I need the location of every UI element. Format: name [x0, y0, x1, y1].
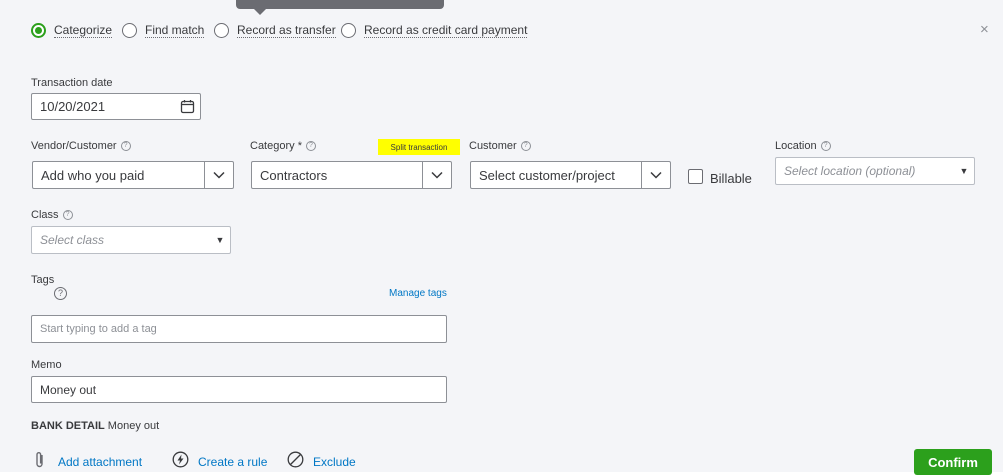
- caret-down-icon[interactable]: ▼: [210, 235, 230, 245]
- create-rule-group[interactable]: Create a rule: [172, 451, 267, 473]
- lightning-icon: [172, 451, 189, 473]
- bank-detail: BANK DETAIL Money out: [31, 420, 159, 432]
- location-placeholder: Select location (optional): [784, 164, 916, 178]
- customer-select[interactable]: Select customer/project: [470, 161, 671, 189]
- radio-categorize-label: Categorize: [54, 22, 113, 38]
- vendor-placeholder: Add who you paid: [41, 167, 145, 183]
- radio-find-match-label: Find match: [145, 22, 205, 38]
- calendar-icon[interactable]: [174, 99, 200, 114]
- customer-label: Customer?: [469, 140, 531, 153]
- radio-record-transfer[interactable]: Record as transfer: [214, 21, 336, 39]
- confirm-button[interactable]: Confirm: [914, 449, 992, 475]
- bank-detail-value: Money out: [107, 420, 160, 432]
- exclude-group[interactable]: Exclude: [287, 451, 356, 473]
- vendor-label-text: Vendor/Customer: [31, 140, 117, 152]
- memo-value: Money out: [40, 382, 97, 397]
- location-label: Location?: [775, 140, 831, 153]
- close-icon[interactable]: ×: [980, 22, 989, 37]
- memo-input[interactable]: Money out: [31, 376, 447, 403]
- radio-categorize[interactable]: Categorize: [31, 21, 113, 39]
- chevron-down-icon[interactable]: [641, 162, 670, 188]
- category-select[interactable]: Contractors: [251, 161, 452, 189]
- help-icon[interactable]: ?: [120, 141, 131, 152]
- add-attachment-group[interactable]: Add attachment: [34, 451, 142, 474]
- transaction-date-label: Transaction date: [31, 77, 113, 89]
- exclude-link[interactable]: Exclude: [313, 455, 356, 469]
- help-icon[interactable]: ?: [54, 287, 67, 300]
- radio-record-cc-payment-label: Record as credit card payment: [364, 22, 528, 38]
- location-select[interactable]: Select location (optional) ▼: [775, 157, 975, 185]
- transaction-date-input[interactable]: 10/20/2021: [31, 93, 201, 120]
- memo-label: Memo: [31, 359, 62, 371]
- tags-label: Tags: [31, 274, 55, 286]
- caret-down-icon[interactable]: ▼: [954, 166, 974, 176]
- bank-transaction-panel: Categorize Find match Record as transfer…: [0, 0, 1003, 475]
- category-value: Contractors: [260, 167, 328, 183]
- location-label-text: Location: [775, 140, 817, 152]
- class-select[interactable]: Select class ▼: [31, 226, 231, 254]
- manage-tags-link[interactable]: Manage tags: [389, 288, 447, 299]
- customer-label-text: Customer: [469, 140, 517, 152]
- radio-record-cc-payment[interactable]: Record as credit card payment: [341, 21, 528, 39]
- radio-find-match[interactable]: Find match: [122, 21, 205, 39]
- class-label-text: Class: [31, 209, 59, 221]
- class-placeholder: Select class: [40, 233, 105, 247]
- category-label-text: Category *: [250, 140, 302, 152]
- top-tooltip-tab: [236, 0, 444, 9]
- radio-record-transfer-label: Record as transfer: [237, 22, 336, 38]
- top-tooltip-notch: [254, 9, 266, 15]
- radio-unselected-icon: [214, 22, 229, 38]
- tags-placeholder: Start typing to add a tag: [40, 323, 157, 335]
- chevron-down-icon[interactable]: [422, 162, 451, 188]
- help-icon[interactable]: ?: [305, 141, 316, 152]
- add-attachment-link[interactable]: Add attachment: [58, 455, 142, 469]
- create-rule-link[interactable]: Create a rule: [198, 455, 267, 469]
- paperclip-icon: [34, 451, 46, 474]
- radio-unselected-icon: [341, 22, 356, 38]
- help-icon[interactable]: ?: [820, 141, 831, 152]
- tags-input[interactable]: Start typing to add a tag: [31, 315, 447, 343]
- bank-detail-label: BANK DETAIL: [31, 420, 105, 432]
- transaction-date-value: 10/20/2021: [40, 99, 106, 114]
- chevron-down-icon[interactable]: [204, 162, 233, 188]
- vendor-label: Vendor/Customer?: [31, 140, 131, 153]
- billable-label: Billable: [710, 171, 752, 186]
- help-icon[interactable]: ?: [62, 210, 73, 221]
- class-label: Class?: [31, 209, 73, 222]
- billable-checkbox[interactable]: [688, 169, 703, 184]
- radio-selected-icon: [31, 22, 46, 38]
- vendor-select[interactable]: Add who you paid: [32, 161, 234, 189]
- category-label: Category *?: [250, 140, 316, 153]
- block-icon: [287, 451, 304, 473]
- customer-placeholder: Select customer/project: [479, 167, 615, 183]
- radio-unselected-icon: [122, 22, 137, 38]
- help-icon[interactable]: ?: [520, 141, 531, 152]
- split-transaction-link[interactable]: Split transaction: [378, 139, 460, 155]
